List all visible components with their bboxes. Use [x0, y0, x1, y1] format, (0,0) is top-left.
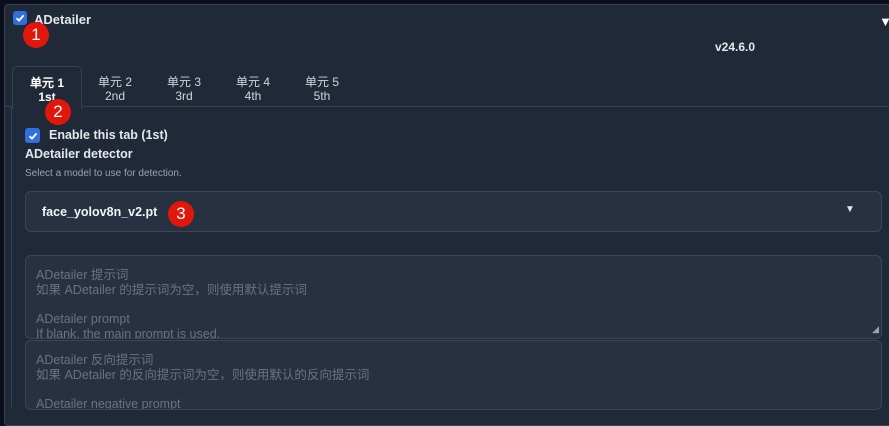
version-label: v24.6.0	[715, 40, 756, 54]
annotation-badge-1: 1	[23, 22, 49, 48]
tab-label: 单元 5	[304, 75, 339, 89]
tab-sublabel: 3rd	[175, 89, 193, 103]
tab-sublabel: 5th	[313, 89, 331, 103]
tab-unit-4[interactable]: 单元 4 4th	[219, 66, 287, 107]
resize-handle-icon[interactable]: ◢	[872, 322, 879, 337]
adetailer-enable-checkbox[interactable]	[13, 11, 27, 25]
placeholder-line: 如果 ADetailer 的反向提示词为空，则使用默认的反向提示词	[36, 368, 370, 382]
placeholder-line: ADetailer 提示词	[36, 268, 129, 282]
placeholder-line: ADetailer 反向提示词	[36, 353, 154, 367]
enable-tab-checkbox[interactable]	[25, 128, 40, 143]
prompt-textarea[interactable]: ADetailer 提示词 如果 ADetailer 的提示词为空，则使用默认提…	[25, 255, 882, 339]
negative-prompt-textarea[interactable]: ADetailer 反向提示词 如果 ADetailer 的反向提示词为空，则使…	[25, 340, 882, 410]
tab-sublabel: 1st	[38, 90, 56, 104]
placeholder-line: If blank, the main prompt is used.	[36, 327, 221, 339]
tab-sublabel: 2nd	[104, 89, 126, 103]
chevron-down-icon: ▼	[845, 204, 855, 215]
collapse-icon[interactable]: ▼	[879, 14, 889, 29]
annotation-badge-3: 3	[168, 201, 194, 227]
placeholder-line: ADetailer prompt	[36, 312, 130, 326]
tab-label: 单元 3	[166, 75, 201, 89]
tab-panel-border	[11, 107, 12, 407]
check-icon	[28, 132, 37, 140]
tab-unit-1[interactable]: 单元 1 1st	[12, 66, 82, 109]
tab-unit-3[interactable]: 单元 3 3rd	[150, 66, 218, 107]
placeholder-line: 如果 ADetailer 的提示词为空，则使用默认提示词	[36, 283, 307, 297]
tab-label: 单元 4	[235, 75, 270, 89]
tab-label: 单元 2	[97, 75, 132, 89]
tab-sublabel: 4th	[244, 89, 262, 103]
detector-selected-value: face_yolov8n_v2.pt	[42, 205, 158, 219]
detector-info: Select a model to use for detection.	[25, 168, 182, 179]
tab-unit-5[interactable]: 单元 5 5th	[288, 66, 356, 107]
tab-unit-2[interactable]: 单元 2 2nd	[81, 66, 149, 107]
tab-divider	[81, 106, 889, 107]
enable-tab-label[interactable]: Enable this tab (1st)	[49, 128, 168, 142]
detector-label: ADetailer detector	[25, 147, 133, 161]
detector-dropdown[interactable]: face_yolov8n_v2.pt ▼	[25, 191, 882, 232]
annotation-badge-2: 2	[45, 99, 71, 125]
check-icon	[15, 14, 25, 22]
placeholder-line: ADetailer negative prompt	[36, 397, 181, 410]
tab-label: 单元 1	[29, 76, 64, 90]
